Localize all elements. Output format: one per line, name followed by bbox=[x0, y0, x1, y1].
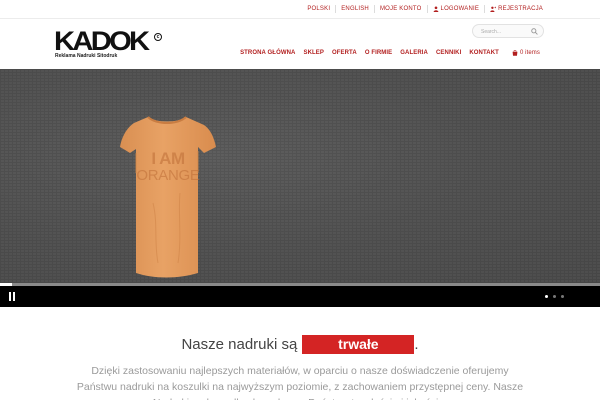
top-links: POLSKI ENGLISH MOJE KONTO LOGOWANIE REJE… bbox=[302, 5, 548, 13]
register-link[interactable]: REJESTRACJA bbox=[484, 5, 548, 13]
search-input[interactable] bbox=[481, 27, 533, 36]
site-header: KADOK c Reklama Nadruki Sitodruk STRONA … bbox=[0, 19, 600, 69]
slider-controls bbox=[0, 286, 600, 307]
nav-gallery[interactable]: GALERIA bbox=[396, 50, 432, 56]
nav-shop[interactable]: SKLEP bbox=[299, 50, 328, 56]
nav-pricing[interactable]: CENNIKI bbox=[432, 50, 465, 56]
orange-tshirt-image: I AM ORANGE bbox=[118, 113, 218, 283]
login-link[interactable]: LOGOWANIE bbox=[426, 5, 485, 13]
shopping-bag-icon bbox=[512, 50, 518, 56]
slide-dot-1[interactable] bbox=[545, 295, 548, 298]
cart-link[interactable]: 0 items bbox=[503, 50, 544, 56]
lang-english-link[interactable]: ENGLISH bbox=[335, 5, 374, 13]
intro-headline: Nasze nadruki są trwałe . bbox=[0, 335, 600, 354]
slide-dots bbox=[545, 295, 564, 298]
pause-button[interactable] bbox=[8, 292, 16, 301]
user-plus-icon bbox=[490, 6, 497, 12]
lang-polski-label: POLSKI bbox=[307, 6, 331, 12]
my-account-link[interactable]: MOJE KONTO bbox=[373, 5, 427, 13]
tshirt-graphic bbox=[120, 116, 216, 278]
slide-dot-3[interactable] bbox=[561, 295, 564, 298]
intro-paragraph: Dzięki zastosowaniu najlepszych materiał… bbox=[76, 365, 524, 400]
nav-about[interactable]: O FIRMIE bbox=[361, 50, 396, 56]
cart-count: 0 items bbox=[519, 50, 540, 56]
top-bar: POLSKI ENGLISH MOJE KONTO LOGOWANIE REJE… bbox=[0, 0, 600, 19]
logo-tagline: Reklama Nadruki Sitodruk bbox=[55, 53, 118, 59]
lang-english-label: ENGLISH bbox=[341, 6, 369, 12]
login-label: LOGOWANIE bbox=[440, 6, 480, 12]
headline-suffix: . bbox=[414, 336, 419, 353]
search-icon[interactable] bbox=[531, 28, 538, 35]
main-nav: STRONA GŁÓWNA SKLEP OFERTA O FIRMIE GALE… bbox=[236, 50, 544, 56]
hero-slider[interactable]: I AM ORANGE bbox=[0, 69, 600, 286]
my-account-label: MOJE KONTO bbox=[379, 6, 422, 12]
site-logo[interactable]: KADOK c Reklama Nadruki Sitodruk bbox=[54, 26, 164, 63]
nav-contact[interactable]: KONTAKT bbox=[465, 50, 503, 56]
logo-wordmark: KADOK bbox=[54, 26, 150, 56]
nav-offer[interactable]: OFERTA bbox=[328, 50, 361, 56]
shirt-print-line1: I AM bbox=[151, 149, 185, 168]
headline-highlight: trwałe bbox=[302, 335, 415, 354]
slide-dot-2[interactable] bbox=[553, 295, 556, 298]
headline-prefix: Nasze nadruki są bbox=[181, 336, 298, 353]
nav-home[interactable]: STRONA GŁÓWNA bbox=[236, 50, 299, 56]
pause-icon-bar-left bbox=[9, 292, 11, 301]
user-icon bbox=[433, 6, 438, 12]
hero-texture bbox=[0, 69, 600, 286]
search-box bbox=[472, 24, 544, 38]
copyright-mark: c bbox=[154, 33, 162, 41]
intro-section: Nasze nadruki są trwałe . Dzięki zastoso… bbox=[0, 307, 600, 400]
shirt-print-line2: ORANGE bbox=[136, 167, 200, 184]
lang-polski-link[interactable]: POLSKI bbox=[302, 5, 335, 13]
register-label: REJESTRACJA bbox=[498, 6, 543, 12]
pause-icon-bar-right bbox=[13, 292, 15, 301]
